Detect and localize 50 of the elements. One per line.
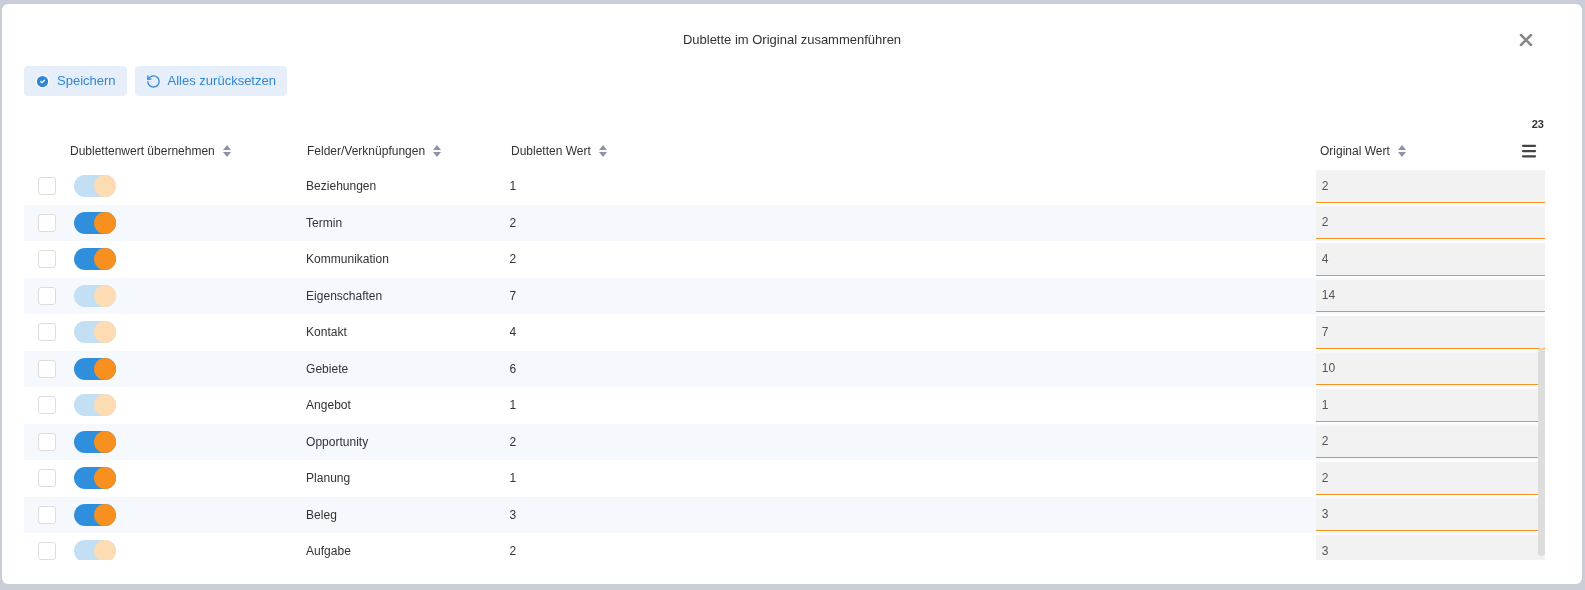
toggle-switch[interactable] <box>73 503 116 526</box>
field-name: Kommunikation <box>306 252 389 267</box>
row-checkbox[interactable] <box>38 250 56 269</box>
duplicate-value: 3 <box>509 507 517 522</box>
field-name: Gebiete <box>306 361 349 376</box>
duplicate-value: 2 <box>509 434 517 449</box>
dialog-title: Dublette im Original zusammenführen <box>682 31 902 50</box>
field-name: Aufgabe <box>306 544 351 559</box>
duplicate-value: 1 <box>509 179 517 194</box>
field-name: Beziehungen <box>306 179 377 194</box>
toggle-switch[interactable] <box>73 430 116 453</box>
toggle-switch[interactable] <box>73 357 116 380</box>
field-name: Kontakt <box>306 325 347 340</box>
sort-icon[interactable] <box>222 145 231 157</box>
column-header[interactable]: Felder/Verknüpfungen <box>307 142 426 160</box>
sort-icon[interactable] <box>598 145 607 157</box>
toggle-switch[interactable] <box>73 467 116 490</box>
row-checkbox[interactable] <box>38 505 56 524</box>
toggle-switch[interactable] <box>73 211 116 234</box>
check-icon <box>35 73 50 89</box>
duplicate-value: 2 <box>509 215 517 230</box>
sort-icon[interactable] <box>433 145 442 157</box>
field-name: Termin <box>306 215 343 230</box>
duplicate-value: 7 <box>509 288 517 303</box>
column-header[interactable]: Dublettenwert übernehmen <box>70 142 215 160</box>
scrollbar[interactable] <box>1538 348 1545 556</box>
duplicate-value: 2 <box>509 252 517 267</box>
row-checkbox[interactable] <box>38 213 56 232</box>
original-value-field[interactable]: 2 <box>1315 206 1545 239</box>
toggle-switch[interactable] <box>73 248 116 271</box>
original-value-field[interactable]: 4 <box>1315 243 1545 276</box>
duplicate-value: 4 <box>509 325 517 340</box>
column-header[interactable]: Dubletten Wert <box>511 142 591 160</box>
field-name: Planung <box>306 471 351 486</box>
sort-icon[interactable] <box>1397 145 1406 157</box>
row-checkbox[interactable] <box>38 469 56 488</box>
field-name: Eigenschaften <box>306 288 383 303</box>
reset-icon <box>145 73 161 89</box>
row-checkbox[interactable] <box>38 432 56 451</box>
field-name: Opportunity <box>306 434 369 449</box>
duplicate-value: 6 <box>509 361 517 376</box>
duplicate-value: 2 <box>509 544 517 559</box>
column-header[interactable]: Original Wert <box>1320 142 1390 160</box>
field-name: Beleg <box>306 507 337 522</box>
menu-icon[interactable] <box>1520 142 1538 160</box>
row-checkbox[interactable] <box>38 359 56 378</box>
field-name: Angebot <box>306 398 351 413</box>
duplicate-value: 1 <box>509 471 517 486</box>
duplicate-value: 1 <box>509 398 517 413</box>
record-count: 23 <box>1531 117 1544 132</box>
